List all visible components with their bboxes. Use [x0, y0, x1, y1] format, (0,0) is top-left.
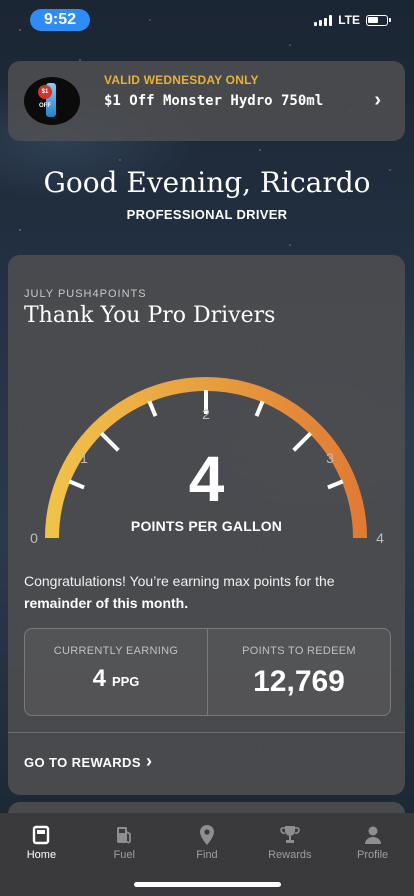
- status-indicators: LTE: [314, 13, 391, 27]
- go-to-rewards-link[interactable]: GO TO REWARDS: [24, 755, 141, 770]
- promo-banner[interactable]: $1 OFF VALID WEDNESDAY ONLY $1 Off Monst…: [8, 61, 405, 141]
- tab-label: Home: [26, 849, 57, 861]
- gauge-tick: [147, 400, 158, 417]
- tab-label: Fuel: [113, 849, 135, 861]
- promo-eyebrow: VALID WEDNESDAY ONLY: [104, 73, 259, 87]
- divider: [8, 732, 405, 733]
- status-time: 9:52: [30, 9, 90, 31]
- earning-unit: PPG: [111, 674, 140, 689]
- person-icon: [364, 826, 381, 844]
- stat-points-to-redeem: POINTS TO REDEEM 12,769: [207, 629, 390, 715]
- tab-rewards[interactable]: Rewards: [248, 813, 331, 873]
- card-title: Thank You Pro Drivers: [24, 303, 276, 328]
- stat-label: CURRENTLY EARNING: [53, 645, 179, 657]
- fuel-pump-icon: [117, 827, 132, 844]
- driver-role: PROFESSIONAL DRIVER: [126, 207, 288, 222]
- tab-label: Rewards: [268, 849, 312, 861]
- tab-label: Find: [196, 849, 218, 861]
- chevron-right-icon: ›: [374, 89, 381, 111]
- points-per-gallon-value: 4: [188, 443, 225, 515]
- network-label: LTE: [338, 13, 360, 27]
- trophy-icon: [280, 826, 300, 843]
- promo-title: $1 Off Monster Hydro 750ml: [104, 93, 324, 109]
- status-bar: 9:52 LTE: [0, 0, 414, 44]
- congrats-message: Congratulations! You’re earning max poin…: [24, 570, 394, 614]
- tab-label: Profile: [356, 849, 389, 861]
- chevron-right-icon[interactable]: ›: [146, 751, 152, 772]
- tab-fuel[interactable]: Fuel: [83, 813, 166, 873]
- tab-home[interactable]: Home: [0, 813, 83, 873]
- stat-label: POINTS TO REDEEM: [242, 645, 356, 657]
- congrats-bold: remainder of this month.: [24, 595, 189, 611]
- push4points-card: JULY PUSH4POINTS Thank You Pro Drivers 0…: [8, 255, 405, 795]
- tab-profile[interactable]: Profile: [331, 813, 414, 873]
- tab-find[interactable]: Find: [166, 813, 249, 873]
- stats-panel: CURRENTLY EARNING 4 PPG POINTS TO REDEEM …: [24, 628, 391, 716]
- home-indicator: [134, 882, 281, 887]
- battery-icon: [366, 14, 391, 26]
- points-per-gallon-label: POINTS PER GALLON: [130, 518, 283, 534]
- gauge-tick: [254, 400, 265, 417]
- gauge-tick-label: 2: [202, 406, 210, 422]
- promo-product-image: $1 OFF: [24, 77, 80, 125]
- home-icon: [33, 825, 50, 845]
- earning-value: 4: [92, 665, 106, 692]
- discount-badge: $1 OFF: [38, 85, 52, 109]
- greeting: Good Evening, Ricardo: [43, 166, 371, 199]
- stat-currently-earning: CURRENTLY EARNING 4 PPG: [25, 629, 207, 715]
- signal-icon: [314, 14, 333, 26]
- congrats-lead: Congratulations! You’re earning max poin…: [24, 573, 335, 589]
- stat-value: 4 PPG: [25, 665, 207, 693]
- card-eyebrow: JULY PUSH4POINTS: [24, 288, 147, 300]
- location-pin-icon: [199, 825, 214, 845]
- redeem-value: 12,769: [253, 665, 345, 698]
